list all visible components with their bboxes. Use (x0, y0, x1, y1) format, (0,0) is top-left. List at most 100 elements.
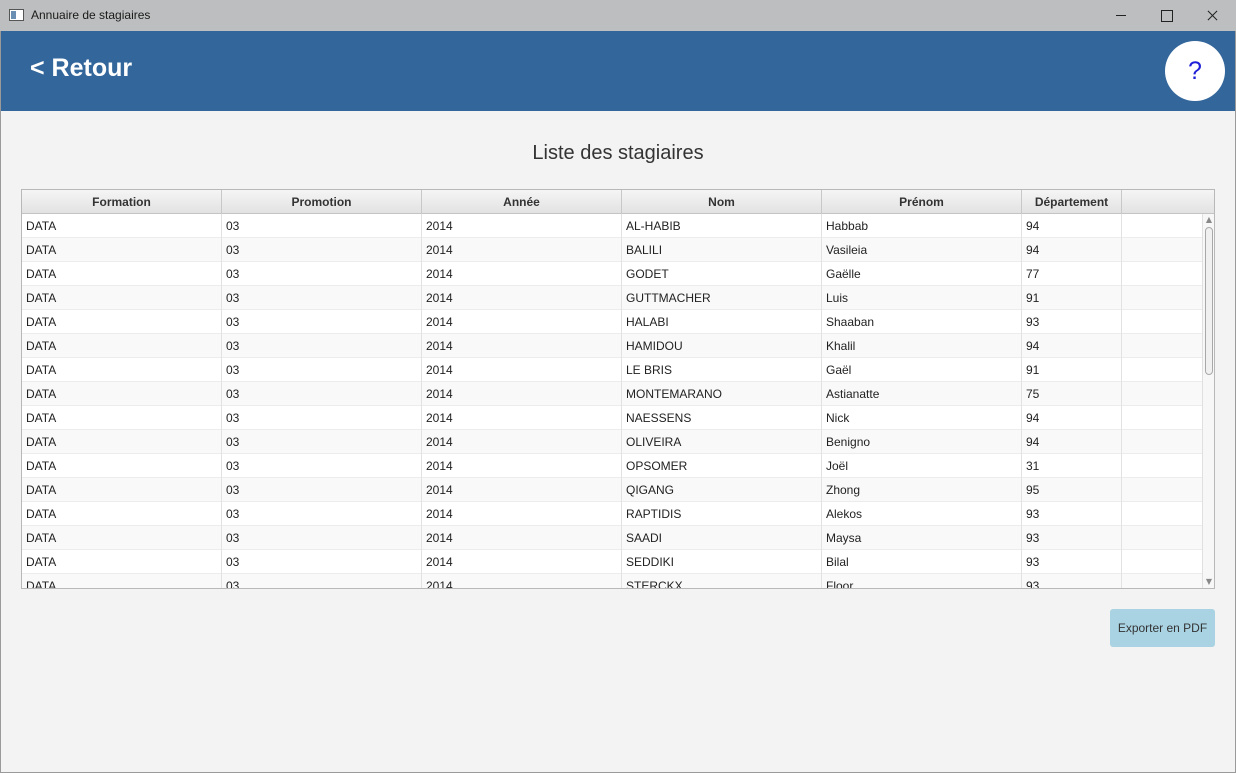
cell-prenom: Floor (822, 574, 1022, 588)
window-title-bar[interactable]: Annuaire de stagiaires (0, 0, 1236, 31)
table-row[interactable]: DATA 03 2014 OLIVEIRA Benigno 94 (22, 430, 1202, 454)
cell-prenom: Gaëlle (822, 262, 1022, 286)
cell-promotion: 03 (222, 310, 422, 334)
cell-formation: DATA (22, 214, 222, 238)
table-row[interactable]: DATA 03 2014 BALILI Vasileia 94 (22, 238, 1202, 262)
cell-departement: 91 (1022, 286, 1122, 310)
cell-promotion: 03 (222, 550, 422, 574)
column-header-nom[interactable]: Nom (622, 190, 822, 214)
cell-formation: DATA (22, 358, 222, 382)
cell-departement: 95 (1022, 478, 1122, 502)
cell-formation: DATA (22, 550, 222, 574)
cell-formation: DATA (22, 502, 222, 526)
cell-promotion: 03 (222, 406, 422, 430)
cell-departement: 94 (1022, 430, 1122, 454)
cell-filler (1122, 574, 1202, 588)
cell-prenom: Benigno (822, 430, 1022, 454)
cell-filler (1122, 406, 1202, 430)
cell-departement: 93 (1022, 502, 1122, 526)
cell-nom: SEDDIKI (622, 550, 822, 574)
cell-formation: DATA (22, 262, 222, 286)
scroll-thumb[interactable] (1205, 227, 1213, 375)
maximize-icon[interactable] (1143, 0, 1189, 31)
help-button[interactable]: ? (1165, 41, 1225, 101)
table-vertical-scrollbar[interactable]: ▲ ▼ (1202, 214, 1214, 588)
cell-annee: 2014 (422, 502, 622, 526)
table-row[interactable]: DATA 03 2014 NAESSENS Nick 94 (22, 406, 1202, 430)
cell-nom: HAMIDOU (622, 334, 822, 358)
cell-departement: 91 (1022, 358, 1122, 382)
cell-nom: QIGANG (622, 478, 822, 502)
cell-departement: 93 (1022, 550, 1122, 574)
cell-prenom: Khalil (822, 334, 1022, 358)
cell-departement: 77 (1022, 262, 1122, 286)
cell-formation: DATA (22, 310, 222, 334)
cell-formation: DATA (22, 286, 222, 310)
cell-filler (1122, 358, 1202, 382)
close-icon[interactable] (1189, 0, 1235, 31)
back-button[interactable]: < Retour (30, 54, 132, 83)
table-row[interactable]: DATA 03 2014 STERCKX Floor 93 (22, 574, 1202, 588)
table-row[interactable]: DATA 03 2014 OPSOMER Joël 31 (22, 454, 1202, 478)
cell-annee: 2014 (422, 238, 622, 262)
table-row[interactable]: DATA 03 2014 AL-HABIB Habbab 94 (22, 214, 1202, 238)
table-row[interactable]: DATA 03 2014 LE BRIS Gaël 91 (22, 358, 1202, 382)
cell-departement: 31 (1022, 454, 1122, 478)
header-bar: < Retour ? (1, 31, 1235, 111)
trainees-table: Formation Promotion Année Nom Prénom Dép… (21, 189, 1215, 589)
scroll-down-icon[interactable]: ▼ (1205, 578, 1213, 586)
table-row[interactable]: DATA 03 2014 MONTEMARANO Astianatte 75 (22, 382, 1202, 406)
column-header-prenom[interactable]: Prénom (822, 190, 1022, 214)
column-header-formation[interactable]: Formation (22, 190, 222, 214)
cell-formation: DATA (22, 238, 222, 262)
cell-formation: DATA (22, 526, 222, 550)
table-row[interactable]: DATA 03 2014 SAADI Maysa 93 (22, 526, 1202, 550)
cell-nom: OLIVEIRA (622, 430, 822, 454)
cell-departement: 93 (1022, 310, 1122, 334)
column-header-departement[interactable]: Département (1022, 190, 1122, 214)
table-row[interactable]: DATA 03 2014 GODET Gaëlle 77 (22, 262, 1202, 286)
scroll-up-icon[interactable]: ▲ (1205, 216, 1213, 224)
cell-filler (1122, 502, 1202, 526)
cell-filler (1122, 526, 1202, 550)
table-row[interactable]: DATA 03 2014 HAMIDOU Khalil 94 (22, 334, 1202, 358)
cell-annee: 2014 (422, 334, 622, 358)
cell-departement: 94 (1022, 334, 1122, 358)
cell-prenom: Zhong (822, 478, 1022, 502)
cell-nom: STERCKX (622, 574, 822, 588)
table-row[interactable]: DATA 03 2014 GUTTMACHER Luis 91 (22, 286, 1202, 310)
cell-annee: 2014 (422, 478, 622, 502)
cell-prenom: Luis (822, 286, 1022, 310)
table-row[interactable]: DATA 03 2014 HALABI Shaaban 93 (22, 310, 1202, 334)
cell-promotion: 03 (222, 430, 422, 454)
cell-annee: 2014 (422, 550, 622, 574)
cell-formation: DATA (22, 334, 222, 358)
minimize-icon[interactable] (1098, 0, 1144, 31)
cell-departement: 94 (1022, 214, 1122, 238)
cell-nom: OPSOMER (622, 454, 822, 478)
cell-promotion: 03 (222, 334, 422, 358)
cell-formation: DATA (22, 430, 222, 454)
cell-departement: 94 (1022, 238, 1122, 262)
cell-formation: DATA (22, 454, 222, 478)
cell-filler (1122, 478, 1202, 502)
cell-promotion: 03 (222, 286, 422, 310)
column-header-promotion[interactable]: Promotion (222, 190, 422, 214)
cell-prenom: Maysa (822, 526, 1022, 550)
cell-prenom: Joël (822, 454, 1022, 478)
table-row[interactable]: DATA 03 2014 RAPTIDIS Alekos 93 (22, 502, 1202, 526)
cell-promotion: 03 (222, 382, 422, 406)
cell-promotion: 03 (222, 238, 422, 262)
cell-nom: BALILI (622, 238, 822, 262)
cell-departement: 75 (1022, 382, 1122, 406)
table-row[interactable]: DATA 03 2014 SEDDIKI Bilal 93 (22, 550, 1202, 574)
column-header-annee[interactable]: Année (422, 190, 622, 214)
cell-annee: 2014 (422, 430, 622, 454)
cell-promotion: 03 (222, 526, 422, 550)
table-row[interactable]: DATA 03 2014 QIGANG Zhong 95 (22, 478, 1202, 502)
cell-prenom: Alekos (822, 502, 1022, 526)
cell-prenom: Habbab (822, 214, 1022, 238)
export-pdf-button[interactable]: Exporter en PDF (1110, 609, 1215, 647)
cell-filler (1122, 454, 1202, 478)
cell-promotion: 03 (222, 262, 422, 286)
